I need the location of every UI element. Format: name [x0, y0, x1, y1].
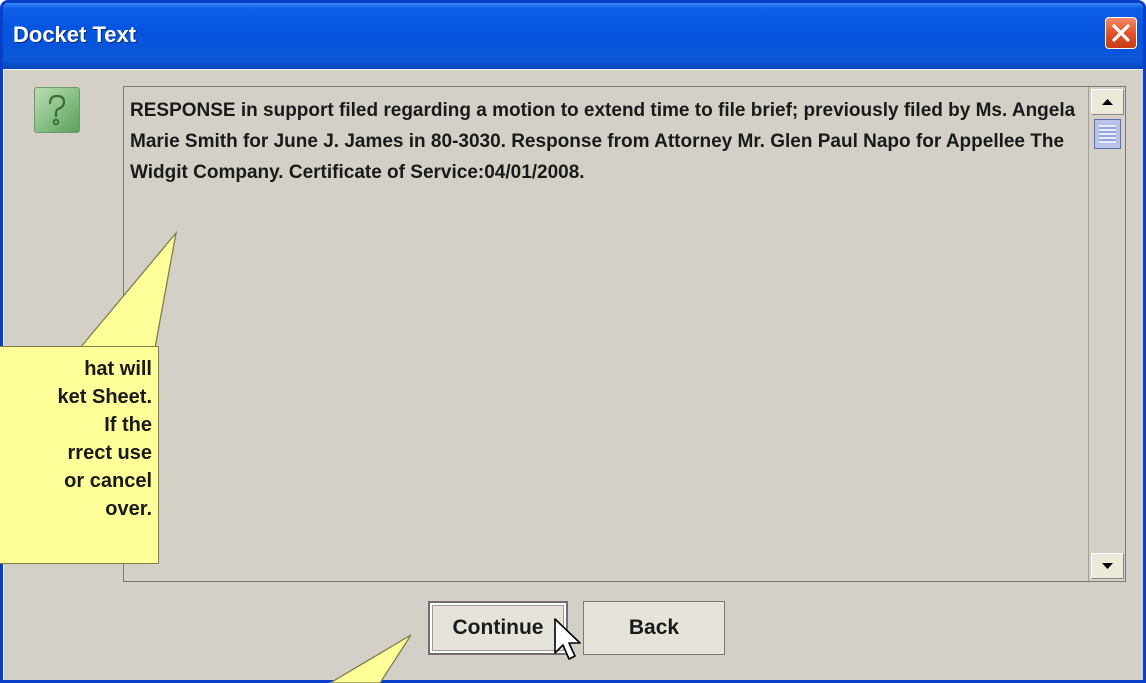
vertical-scrollbar[interactable] — [1090, 87, 1125, 581]
callout-line: ket Sheet. — [57, 386, 152, 408]
callout-text: hat will ket Sheet. If the rrect use or … — [0, 355, 152, 523]
arrow-up-icon — [1102, 99, 1113, 105]
docket-text-area[interactable]: RESPONSE in support filed regarding a mo… — [123, 86, 1126, 582]
arrow-down-icon — [1102, 563, 1113, 569]
dialog-body: RESPONSE in support filed regarding a mo… — [3, 69, 1143, 680]
callout-note: hat will ket Sheet. If the rrect use or … — [0, 346, 159, 564]
back-button[interactable]: Back — [583, 601, 725, 655]
callout-line: or cancel — [64, 470, 152, 492]
scroll-up-button[interactable] — [1091, 89, 1124, 115]
callout-line: If the — [104, 414, 152, 436]
scroll-thumb[interactable] — [1094, 119, 1121, 149]
question-icon — [34, 87, 80, 133]
callout-line: over. — [105, 498, 152, 520]
close-icon — [1112, 24, 1130, 42]
docket-text: RESPONSE in support filed regarding a mo… — [130, 100, 1076, 183]
mouse-pointer-icon — [554, 618, 581, 660]
close-button[interactable] — [1105, 17, 1137, 49]
window-title: Docket Text — [13, 22, 137, 47]
docket-text-dialog: Docket Text RESPONSE in support filed re… — [0, 0, 1146, 683]
scroll-down-button[interactable] — [1091, 553, 1124, 579]
title-bar[interactable]: Docket Text — [3, 3, 1143, 69]
callout-line: hat will — [84, 358, 152, 380]
callout-line: rrect use — [67, 442, 153, 464]
continue-button[interactable]: Continue — [428, 601, 568, 655]
